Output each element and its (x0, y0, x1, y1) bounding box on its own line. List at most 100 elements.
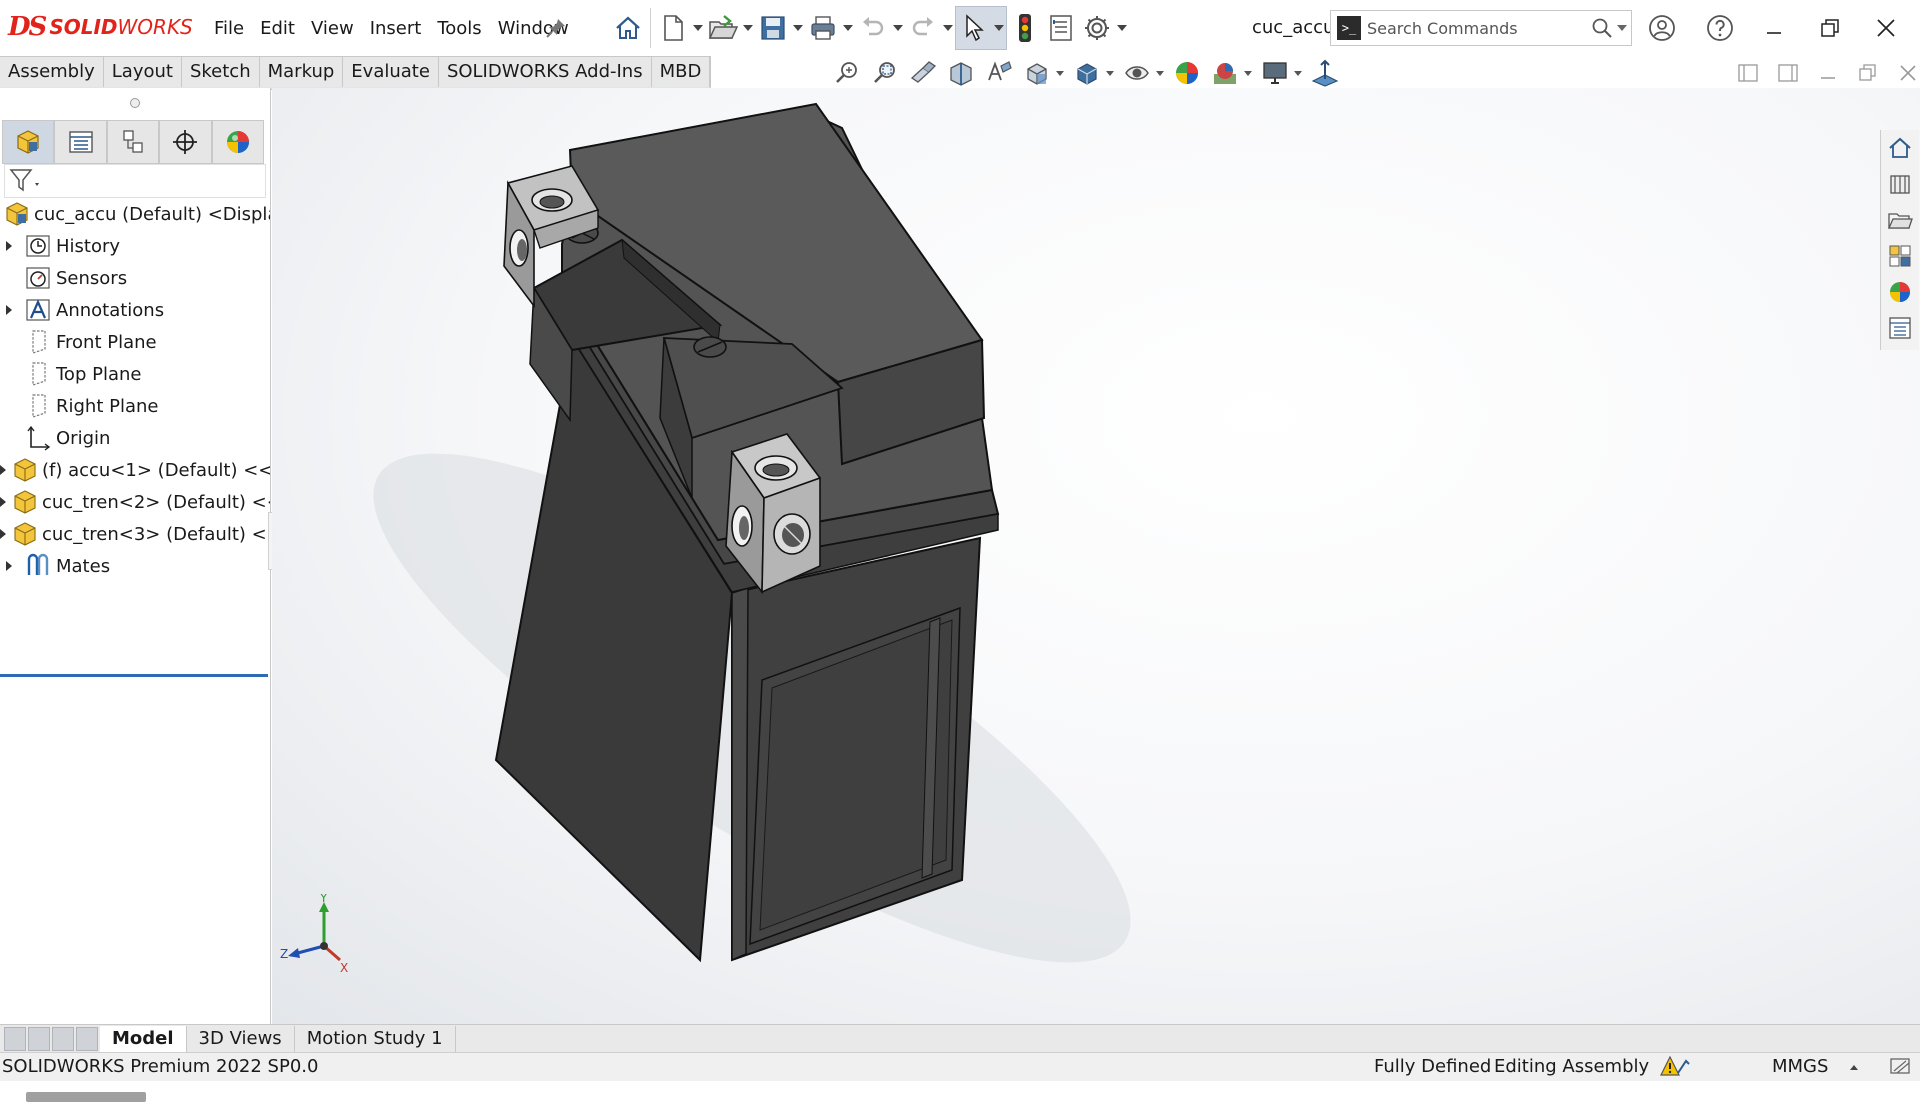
displaymanager-tab-icon[interactable] (211, 120, 265, 164)
display-style-dropdown[interactable] (1106, 71, 1118, 76)
new-dropdown[interactable] (691, 8, 705, 48)
new-document-icon[interactable] (655, 8, 691, 48)
search-commands-box[interactable]: >_ Search Commands (1330, 10, 1632, 46)
user-account-icon[interactable] (1648, 14, 1676, 47)
tree-item-origin[interactable]: Origin (0, 422, 270, 454)
view-orientation-dropdown[interactable] (1056, 71, 1068, 76)
expand-arrow-icon[interactable] (0, 454, 6, 486)
search-options-dropdown[interactable] (1617, 25, 1631, 31)
tab-evaluate[interactable]: Evaluate (343, 57, 439, 87)
zoom-to-fit-icon[interactable] (828, 58, 866, 88)
menu-tools[interactable]: Tools (429, 18, 489, 39)
dynamic-annotation-views-icon[interactable] (980, 58, 1018, 88)
redo-icon[interactable] (905, 8, 941, 48)
tab-layout[interactable]: Layout (103, 57, 182, 87)
propertymanager-tab-icon[interactable] (54, 120, 107, 164)
print-dropdown[interactable] (841, 8, 855, 48)
tree-item-annotations[interactable]: Annotations (0, 294, 270, 326)
rollback-bar[interactable] (0, 674, 268, 677)
hide-show-dropdown[interactable] (1156, 71, 1168, 76)
home-icon[interactable] (610, 8, 646, 48)
viewport-left-panel-icon[interactable] (1728, 58, 1768, 88)
undo-icon[interactable] (855, 8, 891, 48)
first-tab-arrow[interactable] (4, 1027, 26, 1051)
units-dropdown-arrow[interactable] (1850, 1065, 1858, 1070)
next-tab-arrow[interactable] (52, 1027, 74, 1051)
options-dropdown[interactable] (1115, 8, 1129, 48)
tree-item-top-plane[interactable]: Top Plane (0, 358, 270, 390)
pin-menu-icon[interactable] (544, 16, 568, 40)
search-icon[interactable] (1587, 13, 1617, 43)
options-gear-icon[interactable] (1079, 8, 1115, 48)
view-settings-dropdown[interactable] (1294, 71, 1306, 76)
expand-arrow-icon[interactable] (0, 230, 18, 262)
hide-show-items-icon[interactable] (1118, 58, 1156, 88)
last-tab-arrow[interactable] (76, 1027, 98, 1051)
normal-to-icon[interactable] (1306, 58, 1344, 88)
rebuild-traffic-light-icon[interactable] (1007, 8, 1043, 48)
graphics-area[interactable]: Y Z X (272, 88, 1920, 1024)
section-view-icon[interactable] (942, 58, 980, 88)
tree-item-component-accu[interactable]: (f) accu<1> (Default) <<I (0, 454, 270, 486)
document-restore-icon[interactable] (1848, 58, 1888, 88)
open-dropdown[interactable] (741, 8, 755, 48)
solidworks-resources-icon[interactable] (1881, 130, 1919, 166)
custom-properties-icon[interactable] (1881, 310, 1919, 346)
prev-tab-arrow[interactable] (28, 1027, 50, 1051)
tree-root-assembly[interactable]: cuc_accu (Default) <Display S (0, 198, 270, 230)
view-settings-monitor-icon[interactable] (1256, 58, 1294, 88)
solidworks-logo[interactable]: DS SOLIDWORKS (8, 10, 193, 44)
tree-item-right-plane[interactable]: Right Plane (0, 390, 270, 422)
status-units[interactable]: MMGS (1772, 1053, 1828, 1081)
help-icon[interactable] (1706, 14, 1734, 47)
menu-view[interactable]: View (303, 18, 362, 39)
undo-dropdown[interactable] (891, 8, 905, 48)
tree-item-component-cuc-tren-3[interactable]: cuc_tren<3> (Default) << (0, 518, 270, 550)
apply-scene-icon[interactable] (1206, 58, 1244, 88)
file-properties-icon[interactable] (1043, 8, 1079, 48)
menu-edit[interactable]: Edit (252, 18, 303, 39)
tree-item-component-cuc-tren-2[interactable]: cuc_tren<2> (Default) << (0, 486, 270, 518)
tab-mbd[interactable]: MBD (651, 57, 711, 87)
tab-assembly[interactable]: Assembly (0, 57, 104, 87)
document-minimize-icon[interactable] (1808, 58, 1848, 88)
tree-item-history[interactable]: History (0, 230, 270, 262)
restore-window-button[interactable] (1802, 0, 1858, 56)
menu-insert[interactable]: Insert (362, 18, 430, 39)
feature-tree-filter[interactable] (4, 164, 266, 198)
redo-dropdown[interactable] (941, 8, 955, 48)
edit-appearance-icon[interactable] (1168, 58, 1206, 88)
tab-markup[interactable]: Markup (259, 57, 344, 87)
tree-item-mates[interactable]: Mates (0, 550, 270, 582)
document-close-icon[interactable] (1888, 58, 1920, 88)
dimxpertmanager-tab-icon[interactable] (159, 120, 212, 164)
save-icon[interactable] (755, 8, 791, 48)
battery-3d-model[interactable] (272, 88, 1920, 1024)
configurationmanager-tab-icon[interactable] (106, 120, 160, 164)
tree-item-front-plane[interactable]: Front Plane (0, 326, 270, 358)
apply-scene-dropdown[interactable] (1244, 71, 1256, 76)
expand-arrow-icon[interactable] (0, 550, 18, 582)
expand-arrow-icon[interactable] (0, 518, 6, 550)
tab-sketch[interactable]: Sketch (181, 57, 260, 87)
view-orientation-icon[interactable] (1018, 58, 1056, 88)
viewport-right-panel-icon[interactable] (1768, 58, 1808, 88)
open-document-icon[interactable] (705, 8, 741, 48)
menu-file[interactable]: File (206, 18, 252, 39)
view-palette-icon[interactable] (1881, 238, 1919, 274)
print-icon[interactable] (805, 8, 841, 48)
tab-model[interactable]: Model (100, 1026, 187, 1052)
expand-arrow-icon[interactable] (0, 294, 18, 326)
tab-solidworks-add-ins[interactable]: SOLIDWORKS Add-Ins (438, 57, 652, 87)
file-explorer-icon[interactable] (1881, 202, 1919, 238)
previous-view-icon[interactable] (904, 58, 942, 88)
tree-item-sensors[interactable]: Sensors (0, 262, 270, 294)
minimize-window-button[interactable] (1746, 0, 1802, 56)
save-dropdown[interactable] (791, 8, 805, 48)
display-style-icon[interactable] (1068, 58, 1106, 88)
panel-collapse-handle[interactable] (130, 98, 140, 108)
expand-arrow-icon[interactable] (0, 486, 6, 518)
select-dropdown[interactable] (992, 8, 1006, 48)
close-window-button[interactable] (1858, 0, 1914, 56)
select-cursor-icon[interactable] (956, 8, 992, 48)
